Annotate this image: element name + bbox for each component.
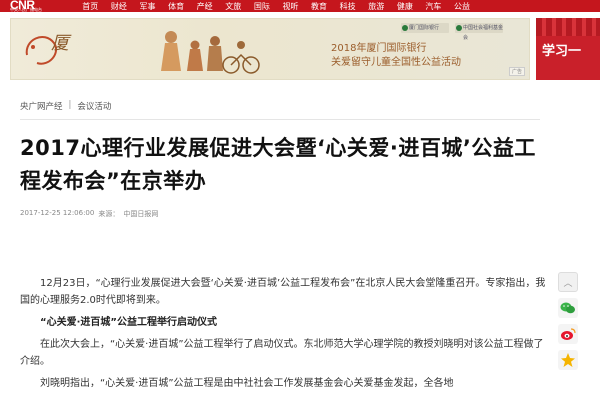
article-date: 2017-12-25 12:06:00 bbox=[20, 209, 95, 217]
nav-item[interactable]: 产经 bbox=[190, 1, 219, 12]
logo-subtitle: 中央人民广播电台 bbox=[10, 7, 42, 12]
breadcrumb-separator: | bbox=[68, 100, 72, 110]
banner-sponsors: 厦门国际银行 中国社会福利基金会 bbox=[401, 23, 503, 41]
side-ad-text: 学习一 bbox=[542, 44, 582, 59]
wechat-icon bbox=[560, 302, 575, 314]
article-paragraph: 在此次大会上，“心关爱·进百城”公益工程举行了启动仪式。东北师范大学心理学院的教… bbox=[20, 339, 544, 367]
nav-item[interactable]: 体育 bbox=[162, 1, 191, 12]
chevron-up-icon: ︿ bbox=[563, 278, 573, 289]
article-subheading: “心关爱·进百城”公益工程举行启动仪式 bbox=[40, 317, 217, 328]
share-wechat-button[interactable] bbox=[558, 298, 578, 318]
banner-subtitle: 关爱留守儿童全国性公益活动 bbox=[331, 57, 461, 68]
side-ad-stripes bbox=[536, 18, 600, 36]
scroll-top-button[interactable]: ︿ bbox=[558, 272, 578, 292]
share-qzone-button[interactable] bbox=[558, 350, 578, 370]
nav-item[interactable]: 汽车 bbox=[419, 1, 448, 12]
nav-item[interactable]: 公益 bbox=[448, 1, 477, 12]
nav-item[interactable]: 科技 bbox=[333, 1, 362, 12]
nav-item[interactable]: 旅游 bbox=[362, 1, 391, 12]
article-meta: 2017-12-25 12:06:00 来源： 中国日报网 bbox=[20, 209, 158, 219]
article-paragraph: 刘晓明指出，“心关爱·进百城”公益工程是由中社社会工作发展基金会心关爱基金发起，… bbox=[40, 378, 454, 389]
qzone-star-icon bbox=[561, 353, 575, 367]
share-bar: ︿ bbox=[558, 272, 578, 376]
article-source-label: 来源： bbox=[98, 210, 120, 218]
nav-item[interactable]: 健康 bbox=[391, 1, 420, 12]
nav-item[interactable]: 财经 bbox=[105, 1, 134, 12]
weibo-icon bbox=[561, 328, 576, 340]
article-title: 2017心理行业发展促进大会暨‘心关爱·进百城’公益工程发布会”在京举办 bbox=[20, 136, 536, 193]
nav-item[interactable]: 教育 bbox=[305, 1, 334, 12]
banner-ad[interactable]: 厦 厦门国际银行 中国社会福利基金会 2018年厦门国际银行 关爱留守儿童全国性… bbox=[10, 18, 530, 80]
family-silhouette-illustration bbox=[161, 31, 260, 74]
sponsor-logo-2: 中国社会福利基金会 bbox=[455, 23, 503, 41]
sponsor-logo-1: 厦门国际银行 bbox=[401, 23, 449, 33]
nav-item[interactable]: 视听 bbox=[276, 1, 305, 12]
breadcrumb-item-section[interactable]: 会议活动 bbox=[77, 100, 111, 112]
breadcrumb-item-channel[interactable]: 央广网产经 bbox=[20, 100, 63, 112]
top-nav-bar: CNR 中央人民广播电台 首页 财经 军事 体育 产经 文旅 国际 视听 教育 科技 旅游 健康 汽车公… bbox=[0, 0, 600, 12]
breadcrumb: 央广网产经 | 会议活动 bbox=[20, 100, 111, 112]
side-ad[interactable]: 学习一 bbox=[536, 18, 600, 80]
nav-item[interactable]: 首页 bbox=[76, 1, 105, 12]
banner-title: 2018年厦门国际银行 bbox=[331, 43, 427, 54]
article-source: 中国日报网 bbox=[123, 210, 159, 218]
nav-item[interactable]: 国际 bbox=[248, 1, 277, 12]
nav-item[interactable]: 军事 bbox=[133, 1, 162, 12]
header-divider bbox=[20, 119, 540, 120]
main-nav: 首页 财经 军事 体育 产经 文旅 国际 视听 教育 科技 旅游 健康 汽车 公益 bbox=[76, 0, 476, 12]
ad-tag: 广告 bbox=[508, 67, 525, 76]
share-weibo-button[interactable] bbox=[558, 324, 578, 344]
article-body: 12月23日，“心理行业发展促进大会暨‘心关爱·进百城’公益工程发布会”在北京人… bbox=[20, 275, 550, 394]
banner-calligraphy: 厦 bbox=[51, 33, 69, 54]
article-paragraph: 12月23日，“心理行业发展促进大会暨‘心关爱·进百城’公益工程发布会”在北京人… bbox=[20, 278, 546, 306]
cnr-logo[interactable]: CNR 中央人民广播电台 bbox=[10, 0, 68, 12]
nav-item[interactable]: 文旅 bbox=[219, 1, 248, 12]
